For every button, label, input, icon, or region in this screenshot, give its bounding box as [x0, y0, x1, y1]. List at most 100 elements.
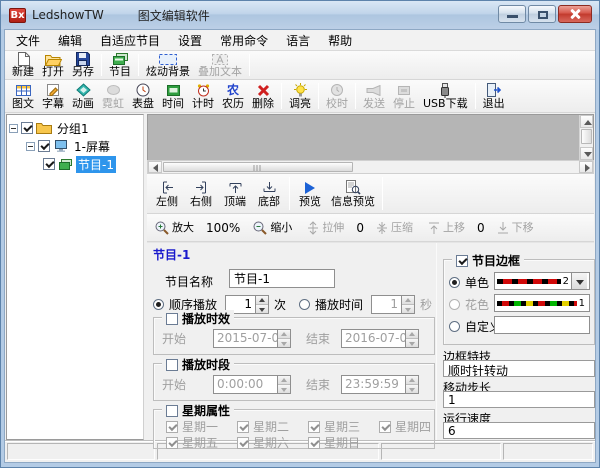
timer-alarm-icon — [196, 82, 211, 98]
run-speed-field[interactable]: 6 — [443, 422, 595, 439]
tree-item-screen[interactable]: 1-屏幕 — [72, 138, 112, 155]
horizontal-scroll-thumb[interactable] — [163, 162, 353, 172]
status-cell-4 — [503, 443, 593, 460]
single-color-pattern — [497, 279, 561, 284]
week-property-checkbox[interactable] — [166, 405, 178, 417]
preview-label: 预览 — [299, 196, 321, 208]
move-down-button: 下移 — [493, 220, 538, 236]
brightness-button[interactable]: 调亮 — [285, 81, 315, 111]
play-duration-label: 播放时间 — [315, 296, 363, 313]
menu-settings[interactable]: 设置 — [169, 30, 211, 51]
sequence-spin-buttons[interactable] — [255, 295, 269, 314]
vertical-scrollbar[interactable] — [579, 115, 593, 160]
time-button[interactable]: 时间 — [158, 81, 188, 111]
period-start-value: 0:00:00 — [213, 375, 277, 394]
single-color-dropdown[interactable]: 2 — [494, 272, 590, 290]
week-property-group: 星期属性 星期一 星期二 星期三 星期四 星期五 星期六 星期日 — [153, 409, 435, 449]
play-duration-radio[interactable] — [299, 299, 310, 310]
group-checkbox[interactable] — [21, 122, 33, 134]
program-border-checkbox[interactable] — [456, 255, 468, 267]
screen-checkbox[interactable] — [38, 140, 50, 152]
dial-button[interactable]: 表盘 — [128, 81, 158, 111]
align-top-button[interactable]: 顶端 — [218, 175, 252, 212]
zoom-out-button[interactable]: 缩小 — [248, 220, 296, 236]
menu-edit[interactable]: 编辑 — [49, 30, 91, 51]
preview-button[interactable]: 预览 — [293, 175, 327, 212]
subtitle-pencil-icon — [46, 82, 60, 98]
scroll-up-button[interactable] — [580, 115, 593, 128]
validity-start-date-spinner: 2015-07-08 — [213, 329, 291, 348]
animation-diamond-icon — [76, 82, 91, 98]
info-preview-label: 信息预览 — [331, 196, 375, 208]
zoom-in-button[interactable]: 放大 — [150, 220, 198, 236]
brightness-label: 调亮 — [289, 98, 311, 110]
dropdown-arrow-button[interactable] — [571, 273, 587, 289]
play-period-checkbox[interactable] — [166, 359, 178, 371]
custom-color-radio[interactable] — [449, 321, 460, 332]
titlebar[interactable]: Bx LedshowTW 图文编辑软件 — [1, 1, 599, 29]
close-button[interactable] — [558, 5, 592, 23]
tree-item-program-row[interactable]: 节目-1 — [9, 155, 141, 173]
collapse-icon[interactable] — [26, 142, 35, 151]
menu-help[interactable]: 帮助 — [319, 30, 361, 51]
sequence-play-radio[interactable] — [153, 299, 164, 310]
program-checkbox[interactable] — [43, 158, 55, 170]
vertical-scroll-thumb[interactable] — [581, 129, 592, 144]
tree-item-program-selected[interactable]: 节目-1 — [76, 156, 116, 173]
align-bottom-button[interactable]: 底部 — [252, 175, 286, 212]
menu-common-commands[interactable]: 常用命令 — [211, 30, 277, 51]
menu-language[interactable]: 语言 — [277, 30, 319, 51]
program-button[interactable]: 节目 — [105, 52, 135, 78]
save-as-button[interactable]: 另存 — [68, 52, 98, 78]
exit-button[interactable]: 退出 — [479, 81, 509, 111]
single-color-radio[interactable] — [449, 277, 460, 288]
animation-button[interactable]: 动画 — [68, 81, 98, 111]
tree-item-group[interactable]: 分组1 — [55, 120, 91, 137]
program-form-title: 节目-1 — [153, 246, 190, 263]
scroll-down-button[interactable] — [580, 147, 593, 160]
timer-button[interactable]: 计时 — [188, 81, 218, 111]
usb-download-button[interactable]: USB下载 — [419, 81, 472, 111]
stop-button: 停止 — [389, 81, 419, 111]
dazzle-background-button[interactable]: 炫动背景 — [142, 52, 194, 78]
screen-preview-area[interactable] — [147, 114, 594, 160]
horizontal-scrollbar[interactable] — [147, 160, 594, 174]
monday-checkbox — [166, 421, 178, 433]
scroll-right-button[interactable] — [579, 161, 593, 173]
open-button[interactable]: 打开 — [38, 52, 68, 78]
graphic-text-button[interactable]: 图文 — [8, 81, 38, 111]
custom-color-field[interactable] — [494, 316, 590, 334]
period-end-spin-buttons — [405, 375, 419, 394]
move-step-field[interactable]: 1 — [443, 391, 595, 408]
align-right-button[interactable]: 右侧 — [184, 175, 218, 212]
work-area: 左侧 右侧 顶端 底部 — [147, 114, 594, 440]
validity-start-spin-buttons — [277, 329, 291, 348]
program-name-input[interactable] — [229, 269, 335, 288]
collapse-icon[interactable] — [9, 124, 18, 133]
screen-tree-panel[interactable]: 分组1 1-屏幕 节目-1 — [6, 114, 144, 440]
play-validity-checkbox[interactable] — [166, 313, 178, 325]
subtitle-label: 字幕 — [42, 98, 64, 110]
scroll-left-button[interactable] — [148, 161, 162, 173]
period-start-time-spinner: 0:00:00 — [213, 375, 291, 394]
minimize-button[interactable] — [498, 5, 526, 23]
subtitle-button[interactable]: 字幕 — [38, 81, 68, 111]
menu-adaptive-program[interactable]: 自适应节目 — [91, 30, 169, 51]
align-left-button[interactable]: 左侧 — [150, 175, 184, 212]
zoom-level-value: 100% — [198, 221, 248, 235]
menubar: 文件 编辑 自适应节目 设置 常用命令 语言 帮助 — [5, 30, 595, 51]
maximize-button[interactable] — [528, 5, 556, 23]
border-effect-field[interactable]: 顺时针转动 — [443, 360, 595, 377]
time-icon — [166, 82, 181, 98]
delete-button[interactable]: 删除 — [248, 81, 278, 111]
toolbar-separator — [318, 83, 319, 109]
program-button-label: 节目 — [109, 66, 131, 78]
validity-end-spin-buttons — [405, 329, 419, 348]
program-border-group: 节目边框 单色 2 花色 — [443, 259, 595, 345]
lunar-button[interactable]: 农 农历 — [218, 81, 248, 111]
tree-item-group-row[interactable]: 分组1 — [9, 119, 141, 137]
menu-file[interactable]: 文件 — [7, 30, 49, 51]
new-button[interactable]: 新建 — [8, 52, 38, 78]
tree-item-screen-row[interactable]: 1-屏幕 — [9, 137, 141, 155]
info-preview-button[interactable]: 信息预览 — [327, 175, 379, 212]
